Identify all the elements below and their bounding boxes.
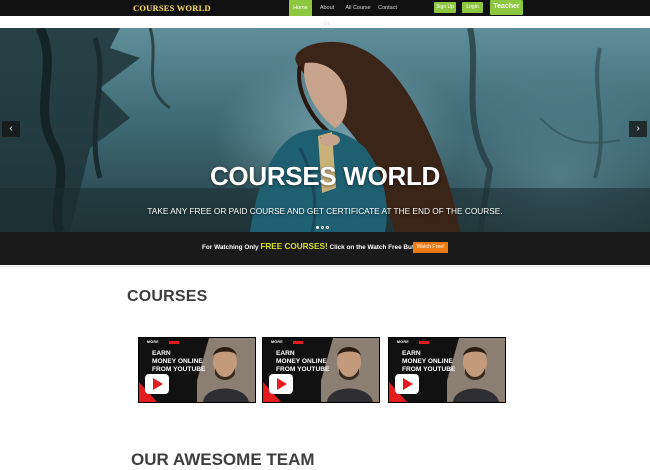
course-tag: MORE: [271, 340, 283, 344]
course-title-line: FROM YOUTUBE: [402, 366, 456, 373]
carousel-next-button[interactable]: ›: [629, 121, 647, 137]
section-divider: [0, 266, 650, 267]
course-tag: MORE: [397, 340, 409, 344]
carousel-prev-button[interactable]: ‹: [2, 121, 20, 137]
carousel-indicators: [316, 216, 331, 232]
login-button[interactable]: Login: [462, 2, 483, 13]
course-title-line: EARN: [152, 350, 171, 357]
course-title-line: MONEY ONLINE: [276, 358, 327, 365]
carousel-dot[interactable]: [321, 226, 324, 229]
course-title-line: FROM YOUTUBE: [276, 366, 330, 373]
nav-item-all-course[interactable]: All Course: [345, 0, 371, 16]
promo-highlight: FREE COURSES!: [260, 242, 328, 251]
hero-subtitle: TAKE ANY FREE OR PAID COURSE AND GET CER…: [147, 206, 503, 216]
hero-carousel: COURSES WORLD TAKE ANY FREE OR PAID COUR…: [0, 28, 650, 232]
course-card[interactable]: MORE EARN MONEY ONLINE FROM YOUTUBE: [388, 337, 506, 403]
course-title-line: MONEY ONLINE: [402, 358, 453, 365]
top-navbar: COURSES WORLD Home About Us All Course C…: [0, 0, 650, 27]
hero-title: COURSES WORLD: [209, 161, 441, 191]
course-title-line: MONEY ONLINE: [152, 358, 203, 365]
carousel-dot[interactable]: [316, 226, 319, 229]
promo-bar: For Watching Only FREE COURSES! Click on…: [0, 232, 650, 265]
nav-item-contact[interactable]: Contact: [378, 0, 397, 16]
courses-heading: COURSES: [127, 288, 208, 305]
course-card[interactable]: MORE EARN MONEY ONLINE FROM YOUTUBE: [262, 337, 380, 403]
course-tag: MORE: [147, 340, 159, 344]
course-card[interactable]: MORE EARN MONEY ONLINE FROM YOUTUBE: [138, 337, 256, 403]
course-title-line: FROM YOUTUBE: [152, 366, 206, 373]
nav-item-home[interactable]: Home: [289, 0, 312, 16]
nav-item-about-us[interactable]: About Us: [316, 0, 338, 27]
course-title-line: EARN: [402, 350, 421, 357]
chevron-left-icon: ‹: [9, 123, 13, 134]
promo-text: For Watching Only FREE COURSES! Click on…: [202, 242, 433, 251]
team-heading: OUR AWESOME TEAM: [131, 450, 315, 469]
sign-up-button[interactable]: Sign Up: [434, 2, 456, 13]
watch-free-button[interactable]: Watch Free!: [413, 242, 448, 253]
promo-text-before: For Watching Only: [202, 244, 261, 251]
chevron-right-icon: ›: [636, 123, 640, 134]
course-title-line: EARN: [276, 350, 295, 357]
carousel-dot[interactable]: [326, 226, 329, 229]
site-logo[interactable]: COURSES WORLD: [133, 3, 211, 13]
teacher-button[interactable]: Teacher: [490, 0, 523, 15]
hero-background-image: [0, 28, 650, 232]
